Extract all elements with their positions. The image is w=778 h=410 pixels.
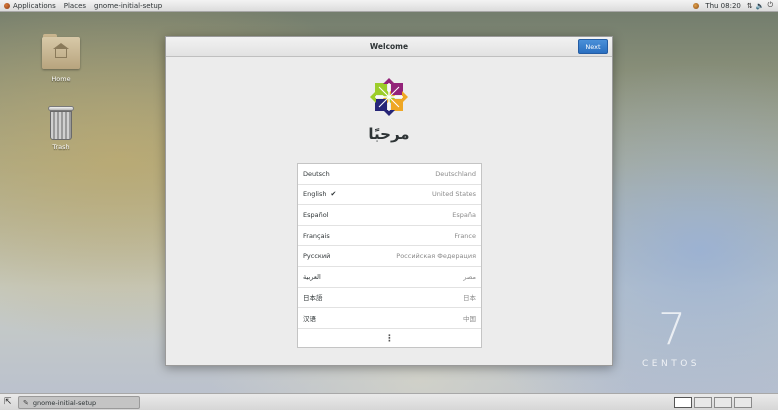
volume-icon: 🔈: [755, 1, 765, 10]
places-menu[interactable]: Places: [60, 0, 90, 12]
top-bar: Applications Places gnome-initial-setup …: [0, 0, 778, 12]
window-title: Welcome: [369, 42, 409, 51]
desktop-icon-home[interactable]: Home: [36, 34, 86, 83]
language-name: Русский: [303, 252, 331, 261]
language-name: 汉语: [303, 314, 316, 323]
trash-icon: [48, 106, 74, 140]
language-region: France: [454, 231, 476, 240]
language-name: English: [303, 190, 327, 199]
language-list: Deutsch Deutschland English ✔ United Sta…: [297, 163, 482, 348]
centos-logo-icon: [370, 78, 408, 116]
language-region: United States: [431, 190, 476, 199]
language-name: العربية: [303, 272, 321, 281]
language-region: España: [452, 210, 476, 219]
language-name: 日本語: [303, 294, 323, 303]
language-row-espanol[interactable]: Español España: [298, 205, 481, 226]
desktop-icon-trash[interactable]: Trash: [36, 106, 86, 151]
taskbar-window-button[interactable]: ✎ gnome-initial-setup: [18, 396, 140, 409]
workspace-4[interactable]: [734, 397, 752, 408]
more-languages-button[interactable]: ⋮: [298, 329, 481, 349]
active-app-label: gnome-initial-setup: [94, 1, 163, 10]
language-region: 日本: [463, 294, 476, 303]
clock[interactable]: Thu 08:20: [705, 2, 741, 10]
language-name: Deutsch: [303, 169, 330, 178]
language-region: Российская Федерация: [396, 252, 476, 261]
next-button[interactable]: Next: [578, 39, 608, 54]
centos-version-watermark: 7: [658, 304, 686, 355]
status-indicator-icon[interactable]: [693, 2, 700, 9]
language-region: مصر: [463, 272, 476, 281]
language-row-russian[interactable]: Русский Российская Федерация: [298, 246, 481, 267]
taskbar-window-label: gnome-initial-setup: [32, 398, 97, 407]
language-row-deutsch[interactable]: Deutsch Deutschland: [298, 164, 481, 185]
network-icon: ⇅: [746, 1, 753, 10]
active-app-menu[interactable]: gnome-initial-setup: [90, 0, 166, 12]
language-row-english[interactable]: English ✔ United States: [298, 185, 481, 206]
centos-wordmark: CENTOS: [642, 359, 700, 369]
language-region: Deutschland: [435, 169, 476, 178]
home-folder-icon: [42, 34, 80, 72]
welcome-heading: مرحبًا: [368, 125, 410, 143]
places-label: Places: [63, 1, 87, 10]
initial-setup-window: Welcome Next مرحبًا Deutsch Deutschland …: [165, 36, 613, 366]
language-name: Español: [303, 210, 329, 219]
applications-label: Applications: [13, 1, 56, 10]
more-vertical-icon: ⋮: [385, 333, 394, 344]
applications-icon: [4, 2, 10, 9]
desktop-icon-label: Trash: [52, 143, 70, 151]
language-row-chinese[interactable]: 汉语 中国: [298, 308, 481, 329]
window-header-bar[interactable]: Welcome Next: [166, 37, 612, 57]
system-tray[interactable]: ⇅ 🔈 ⏻: [747, 1, 773, 10]
language-row-francais[interactable]: Français France: [298, 226, 481, 247]
workspace-2[interactable]: [694, 397, 712, 408]
tools-icon: ✎: [23, 398, 29, 407]
desktop-icon-label: Home: [51, 75, 71, 83]
language-row-arabic[interactable]: العربية مصر: [298, 267, 481, 288]
workspace-3[interactable]: [714, 397, 732, 408]
power-icon: ⏻: [767, 1, 773, 9]
language-name: Français: [303, 231, 330, 240]
bottom-taskbar: ⇱ ✎ gnome-initial-setup: [0, 393, 778, 410]
applications-menu[interactable]: Applications: [0, 0, 60, 12]
workspace-1[interactable]: [674, 397, 692, 408]
show-desktop-icon[interactable]: ⇱: [4, 397, 14, 407]
language-row-japanese[interactable]: 日本語 日本: [298, 288, 481, 309]
language-region: 中国: [463, 314, 476, 323]
checkmark-icon: ✔: [330, 190, 337, 199]
